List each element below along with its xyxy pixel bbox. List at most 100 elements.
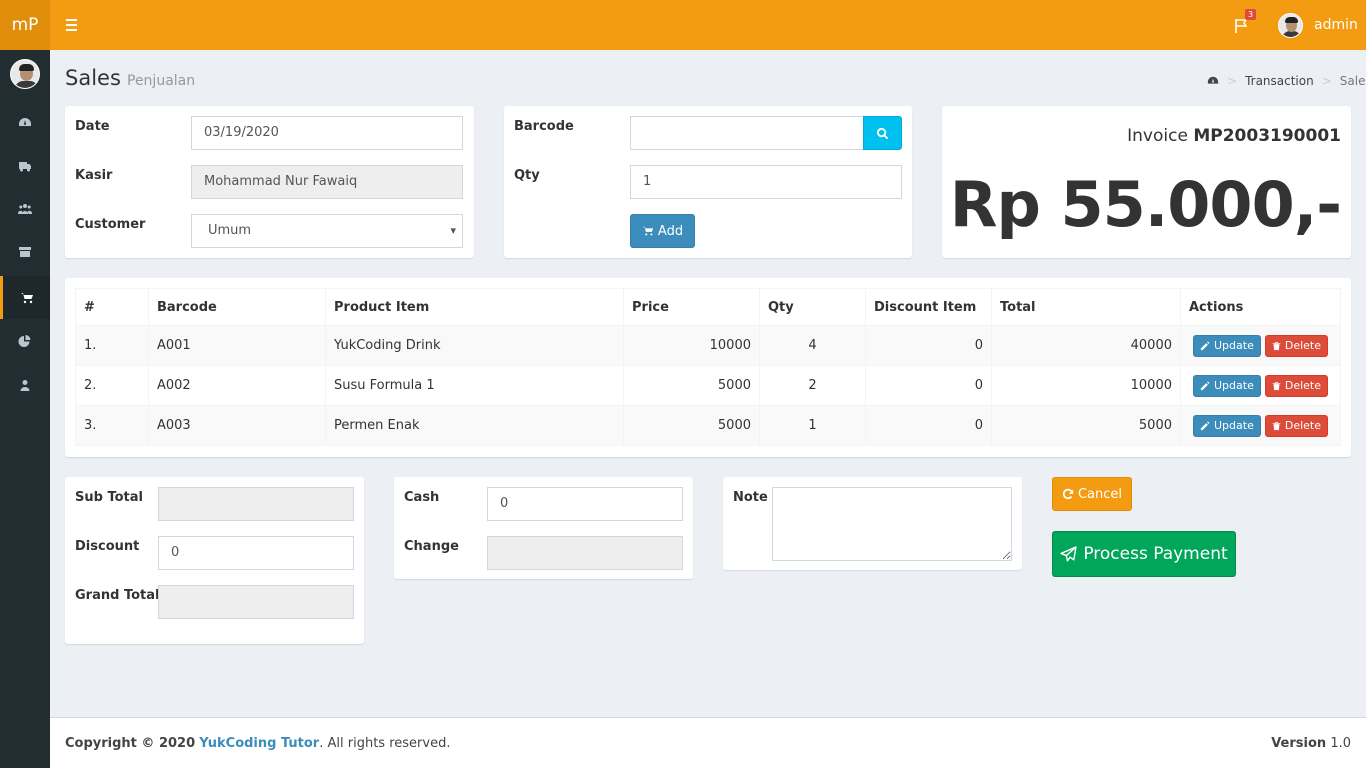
barcode-search-button[interactable] — [863, 116, 902, 150]
col-header: Actions — [1180, 288, 1341, 326]
pie-chart-icon — [18, 334, 31, 347]
note-box: Note — [723, 477, 1022, 570]
subtotal-field — [158, 487, 354, 521]
dashboard-icon — [19, 117, 31, 126]
company-link[interactable]: YukCoding Tutor — [199, 736, 319, 751]
discount-input[interactable]: 0 — [158, 536, 354, 570]
version: Version 1.0 — [1271, 736, 1351, 751]
search-icon — [876, 127, 889, 139]
cell-barcode: A001 — [148, 325, 326, 366]
col-header: Price — [623, 288, 760, 326]
payment-box: Cash 0 Change — [394, 477, 693, 579]
cell-item: Susu Formula 1 — [325, 365, 624, 406]
barcode-label: Barcode — [514, 119, 574, 134]
col-header: # — [75, 288, 149, 326]
sidebar-item-products[interactable] — [0, 230, 50, 273]
grandtotal-label: Grand Total — [75, 588, 160, 603]
trash-icon — [1272, 381, 1281, 390]
sale-info-box: Date 03/19/2020 Kasir Mohammad Nur Fawai… — [65, 106, 474, 258]
breadcrumb-transaction[interactable]: Transaction — [1245, 74, 1314, 88]
invoice-heading: Invoice MP2003190001 — [1127, 126, 1341, 146]
sidebar-item-supplier[interactable] — [0, 144, 50, 187]
process-payment-button[interactable]: Process Payment — [1052, 531, 1236, 577]
sidebar — [0, 50, 50, 768]
col-header: Product Item — [325, 288, 624, 326]
breadcrumb-sales: Sales — [1339, 74, 1366, 88]
cell-price: 5000 — [623, 405, 760, 446]
date-field[interactable]: 03/19/2020 — [191, 116, 463, 150]
delete-button[interactable]: Delete — [1264, 374, 1328, 397]
cash-input[interactable]: 0 — [487, 487, 683, 521]
cell-barcode: A002 — [148, 365, 326, 406]
cell-qty: 4 — [759, 325, 866, 366]
trash-icon — [1272, 341, 1281, 350]
user-name: admin — [1314, 17, 1358, 33]
table-row: 3. A003 Permen Enak 5000 1 0 5000 Update Delete — [75, 405, 1341, 446]
grand-total-display: Rp 55.000,- — [949, 168, 1342, 241]
delete-button[interactable]: Delete — [1264, 334, 1328, 357]
change-field — [487, 536, 683, 570]
totals-box: Sub Total Discount 0 Grand Total — [65, 477, 364, 644]
qty-label: Qty — [514, 168, 540, 183]
sidebar-item-transaction[interactable] — [0, 276, 50, 319]
cell-actions: Update Delete — [1180, 405, 1341, 446]
note-textarea[interactable] — [772, 487, 1012, 561]
cell-item: YukCoding Drink — [325, 325, 624, 366]
col-header: Barcode — [148, 288, 326, 326]
top-navbar: mP 3 admin — [0, 0, 1366, 50]
users-icon — [18, 203, 32, 214]
sidebar-item-users[interactable] — [0, 363, 50, 406]
cell-no: 3. — [75, 405, 149, 446]
invoice-label: Invoice — [1127, 126, 1188, 146]
cell-discount: 0 — [865, 325, 992, 366]
change-label: Change — [404, 539, 459, 554]
hamburger-icon — [66, 19, 77, 21]
barcode-input[interactable] — [630, 116, 864, 150]
cell-total: 10000 — [991, 365, 1181, 406]
cell-total: 40000 — [991, 325, 1181, 366]
col-header: Total — [991, 288, 1181, 326]
sidebar-item-dashboard[interactable] — [0, 101, 50, 144]
sidebar-item-customers[interactable] — [0, 187, 50, 230]
update-button[interactable]: Update — [1193, 414, 1261, 437]
sidebar-toggle-button[interactable] — [60, 0, 82, 50]
table-row: 1. A001 YukCoding Drink 10000 4 0 40000 Update D… — [75, 325, 1341, 366]
cell-discount: 0 — [865, 405, 992, 446]
customer-select[interactable]: Umum — [191, 214, 463, 248]
cell-discount: 0 — [865, 365, 992, 406]
customer-label: Customer — [75, 217, 146, 232]
add-item-button[interactable]: Add — [630, 214, 695, 248]
qty-input[interactable]: 1 — [630, 165, 902, 199]
app-logo[interactable]: mP — [0, 0, 50, 50]
sidebar-item-reports[interactable] — [0, 319, 50, 362]
invoice-box: Invoice MP2003190001 Rp 55.000,- — [942, 106, 1351, 258]
note-label: Note — [733, 490, 768, 505]
cell-barcode: A003 — [148, 405, 326, 446]
sidebar-avatar — [10, 59, 40, 89]
cell-qty: 2 — [759, 365, 866, 406]
notification-badge: 3 — [1245, 9, 1257, 20]
cell-actions: Update Delete — [1180, 325, 1341, 366]
update-button[interactable]: Update — [1193, 334, 1261, 357]
cell-no: 1. — [75, 325, 149, 366]
cart-table: # Barcode Product Item Price Qty Discoun… — [75, 288, 1341, 446]
cart-box: # Barcode Product Item Price Qty Discoun… — [65, 278, 1351, 457]
update-button[interactable]: Update — [1193, 374, 1261, 397]
cell-total: 5000 — [991, 405, 1181, 446]
page-subtitle: Penjualan — [127, 73, 196, 89]
copyright: Copyright © 2020 YukCoding Tutor. All ri… — [65, 736, 451, 751]
page-title: Sales — [65, 66, 121, 90]
paper-plane-icon — [1060, 545, 1077, 562]
user-menu[interactable]: admin — [1278, 12, 1358, 38]
grandtotal-field — [158, 585, 354, 619]
col-header: Discount Item — [865, 288, 992, 326]
refresh-icon — [1062, 488, 1074, 500]
pencil-icon — [1200, 340, 1210, 350]
trash-icon — [1272, 421, 1281, 430]
cancel-button[interactable]: Cancel — [1052, 477, 1132, 511]
dashboard-icon[interactable] — [1207, 75, 1219, 87]
delete-button[interactable]: Delete — [1264, 414, 1328, 437]
date-label: Date — [75, 119, 110, 134]
cell-qty: 1 — [759, 405, 866, 446]
table-row: 2. A002 Susu Formula 1 5000 2 0 10000 Update Del… — [75, 365, 1341, 406]
